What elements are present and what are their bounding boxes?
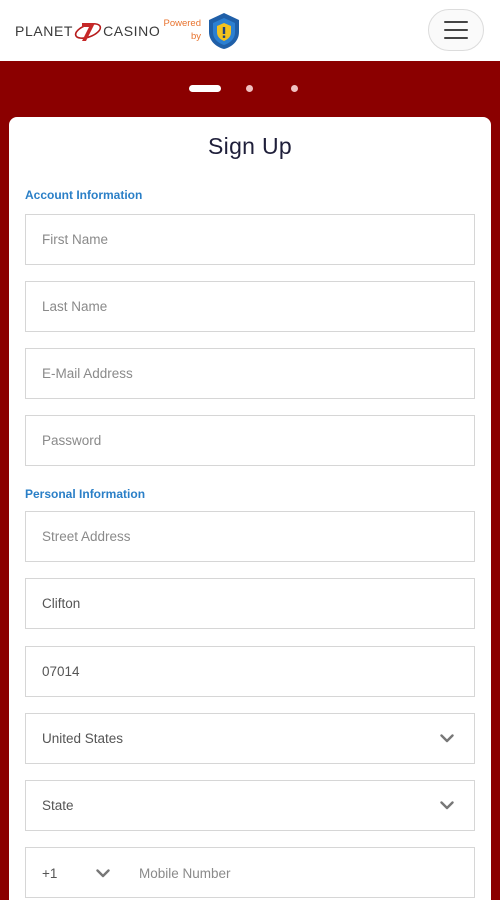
shield-icon	[209, 13, 239, 49]
mobile-number-input[interactable]: Mobile Number	[139, 848, 231, 899]
zip-code-value: 07014	[42, 664, 80, 679]
powered-text: Powered	[163, 18, 202, 29]
by-text: by	[190, 31, 201, 42]
chevron-down-icon[interactable]	[96, 869, 110, 878]
planet-7-casino-logo[interactable]: PLANET CASINO	[15, 19, 160, 43]
email-placeholder: E-Mail Address	[42, 366, 133, 381]
first-name-field[interactable]: First Name	[25, 214, 475, 265]
country-code-value: +1	[42, 866, 58, 881]
city-value: Clifton	[42, 596, 81, 611]
password-field[interactable]: Password	[25, 415, 475, 466]
city-field[interactable]: Clifton	[25, 578, 475, 629]
powered-by-label: Powered by	[161, 17, 202, 43]
hamburger-menu-icon	[444, 21, 468, 23]
logo-text-casino: CASINO	[103, 23, 161, 39]
personal-information-heading: Personal Information	[25, 487, 146, 501]
last-name-placeholder: Last Name	[42, 299, 108, 314]
mobile-number-group: +1 Mobile Number	[25, 847, 475, 898]
carousel-dot-3[interactable]	[291, 85, 298, 92]
chevron-down-icon	[440, 734, 454, 743]
signup-card: Sign Up Account Information First Name L…	[9, 117, 491, 900]
country-code-select[interactable]: +1	[42, 848, 57, 899]
street-address-placeholder: Street Address	[42, 529, 131, 544]
last-name-field[interactable]: Last Name	[25, 281, 475, 332]
carousel-dot-1[interactable]	[189, 85, 221, 92]
page-title: Sign Up	[208, 133, 292, 159]
carousel-indicators	[0, 82, 500, 94]
logo-text-planet: PLANET	[15, 23, 74, 39]
hamburger-menu-button[interactable]	[428, 9, 484, 51]
country-select[interactable]: United States	[25, 713, 475, 764]
mobile-number-placeholder: Mobile Number	[139, 866, 231, 881]
street-address-field[interactable]: Street Address	[25, 511, 475, 562]
carousel-dot-2[interactable]	[246, 85, 253, 92]
top-header: PLANET CASINO Powered by	[0, 0, 500, 61]
chevron-down-icon	[440, 801, 454, 810]
account-information-heading: Account Information	[25, 188, 143, 202]
country-value: United States	[42, 731, 124, 746]
state-select[interactable]: State	[25, 780, 475, 831]
email-field[interactable]: E-Mail Address	[25, 348, 475, 399]
first-name-placeholder: First Name	[42, 232, 109, 247]
state-value: State	[42, 798, 74, 813]
password-placeholder: Password	[42, 433, 102, 448]
zip-code-field[interactable]: 07014	[25, 646, 475, 697]
seven-logo-icon	[74, 23, 102, 41]
